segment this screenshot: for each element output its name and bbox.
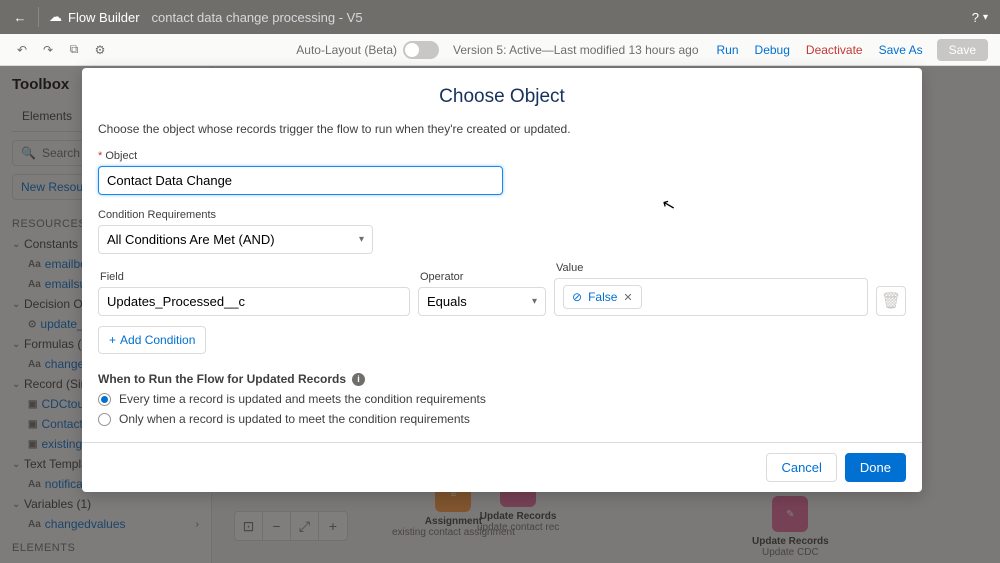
cloud-icon: ☁: [49, 9, 62, 25]
trash-icon: 🗑: [881, 291, 901, 311]
cancel-button[interactable]: Cancel: [766, 453, 836, 482]
debug-button[interactable]: Debug: [755, 43, 790, 57]
radio-icon: [98, 413, 111, 426]
auto-layout-toggle[interactable]: [403, 41, 439, 59]
version-status: Version 5: Active—Last modified 13 hours…: [453, 43, 698, 57]
object-label: Object: [98, 150, 906, 162]
remove-pill-icon[interactable]: ✕: [623, 291, 632, 304]
redo-icon[interactable]: ↷: [38, 40, 58, 60]
undo-icon[interactable]: ↶: [12, 40, 32, 60]
add-condition-button[interactable]: + Add Condition: [98, 326, 206, 354]
info-icon[interactable]: i: [352, 373, 365, 386]
deactivate-button[interactable]: Deactivate: [806, 43, 863, 57]
field-col-label: Field: [98, 271, 410, 283]
app-header: ← ☁ Flow Builder contact data change pro…: [0, 0, 1000, 34]
choose-object-modal: Choose Object Choose the object whose re…: [82, 68, 922, 492]
object-input[interactable]: [98, 166, 503, 195]
globe-icon: ⊘: [572, 290, 582, 304]
run-button[interactable]: Run: [717, 43, 739, 57]
radio-icon: [98, 393, 111, 406]
radio-only-when[interactable]: Only when a record is updated to meet th…: [98, 412, 906, 426]
value-col-label: Value: [554, 262, 868, 274]
plus-icon: +: [109, 333, 116, 347]
modal-description: Choose the object whose records trigger …: [82, 122, 922, 150]
toolbar: ↶ ↷ ⧉ ⚙ Auto-Layout (Beta) Version 5: Ac…: [0, 34, 1000, 66]
operator-col-label: Operator: [418, 271, 546, 283]
field-input[interactable]: Updates_Processed__c: [98, 287, 410, 316]
cond-req-label: Condition Requirements: [98, 209, 906, 221]
copy-icon[interactable]: ⧉: [64, 40, 84, 60]
cond-req-select[interactable]: All Conditions Are Met (AND) ▾: [98, 225, 373, 254]
close-icon[interactable]: ✕: [901, 80, 918, 105]
back-arrow-icon[interactable]: ←: [12, 10, 28, 25]
condition-row: Field Updates_Processed__c Operator Equa…: [98, 262, 906, 316]
radio-every-time[interactable]: Every time a record is updated and meets…: [98, 392, 906, 406]
value-input[interactable]: ⊘ False ✕: [554, 278, 868, 316]
modal-footer: Cancel Done: [82, 442, 922, 492]
auto-layout-label: Auto-Layout (Beta): [296, 43, 397, 57]
flow-name[interactable]: contact data change processing - V5: [152, 10, 363, 25]
operator-select[interactable]: Equals ▾: [418, 287, 546, 316]
settings-icon[interactable]: ⚙: [90, 40, 110, 60]
app-title: Flow Builder: [68, 10, 140, 25]
save-as-button[interactable]: Save As: [879, 43, 923, 57]
chevron-down-icon: ▾: [359, 234, 364, 245]
value-pill[interactable]: ⊘ False ✕: [563, 285, 642, 309]
chevron-down-icon: ▾: [532, 296, 537, 307]
help-icon[interactable]: ?: [972, 10, 979, 25]
when-to-run-heading: When to Run the Flow for Updated Records…: [98, 372, 906, 386]
chevron-down-icon[interactable]: ▾: [983, 12, 988, 23]
delete-condition-button[interactable]: 🗑: [876, 286, 906, 316]
done-button[interactable]: Done: [845, 453, 906, 482]
save-button: Save: [937, 39, 988, 61]
modal-title: Choose Object: [82, 68, 922, 122]
